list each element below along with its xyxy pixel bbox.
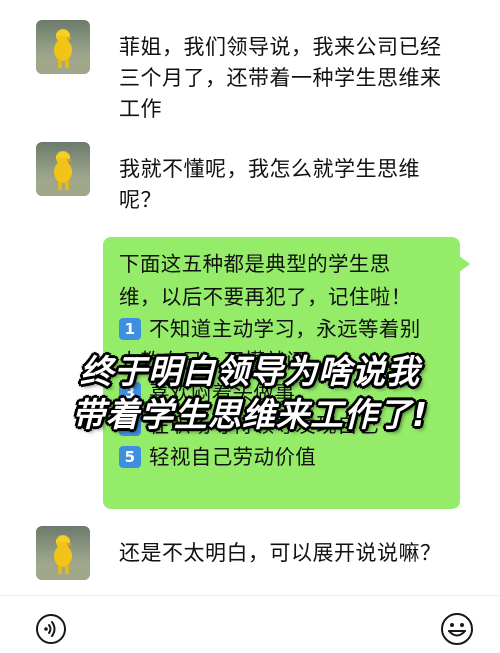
message-row-1: 菲姐，我们领导说，我来公司已经三个月了，还带着一种学生思维来工作: [0, 20, 500, 121]
message-row-2: 我就不懂呢，我怎么就学生思维呢？: [0, 142, 500, 212]
avatar-duck-icon: [36, 151, 90, 196]
chat-input-bar: [0, 595, 500, 653]
overlay-caption-line-2: 带着学生思维来工作了!: [71, 395, 429, 434]
voice-icon[interactable]: [35, 613, 67, 645]
avatar[interactable]: [36, 142, 90, 196]
incoming-message-text: 我就不懂呢，我怎么就学生思维呢？: [119, 157, 420, 212]
number-badge: 1: [119, 318, 141, 340]
avatar-duck-icon: [36, 535, 90, 580]
incoming-message-text: 还是不太明白，可以展开说说嘛？: [119, 541, 442, 565]
reply-line: 下面这五种都是典型的学生思: [119, 252, 391, 276]
reply-line: 维，以后不要再犯了，记住啦！: [119, 285, 412, 309]
list-item: 5 轻视自己劳动价值: [119, 442, 316, 472]
overlay-caption-line-1: 终于明白领导为啥说我: [80, 352, 420, 391]
message-row-3: 还是不太明白，可以展开说说嘛？: [0, 526, 500, 586]
list-item-text: 不知道主动学习，永远等着别: [149, 317, 421, 341]
number-badge: 5: [119, 446, 141, 468]
list-item: 1 不知道主动学习，永远等着别: [119, 314, 421, 344]
list-item-text: 轻视自己劳动价值: [149, 445, 317, 469]
avatar-duck-icon: [36, 29, 90, 74]
emoji-icon[interactable]: [440, 612, 474, 646]
incoming-message-text: 菲姐，我们领导说，我来公司已经三个月了，还带着一种学生思维来工作: [119, 35, 442, 121]
avatar[interactable]: [36, 20, 90, 74]
avatar[interactable]: [36, 526, 90, 580]
